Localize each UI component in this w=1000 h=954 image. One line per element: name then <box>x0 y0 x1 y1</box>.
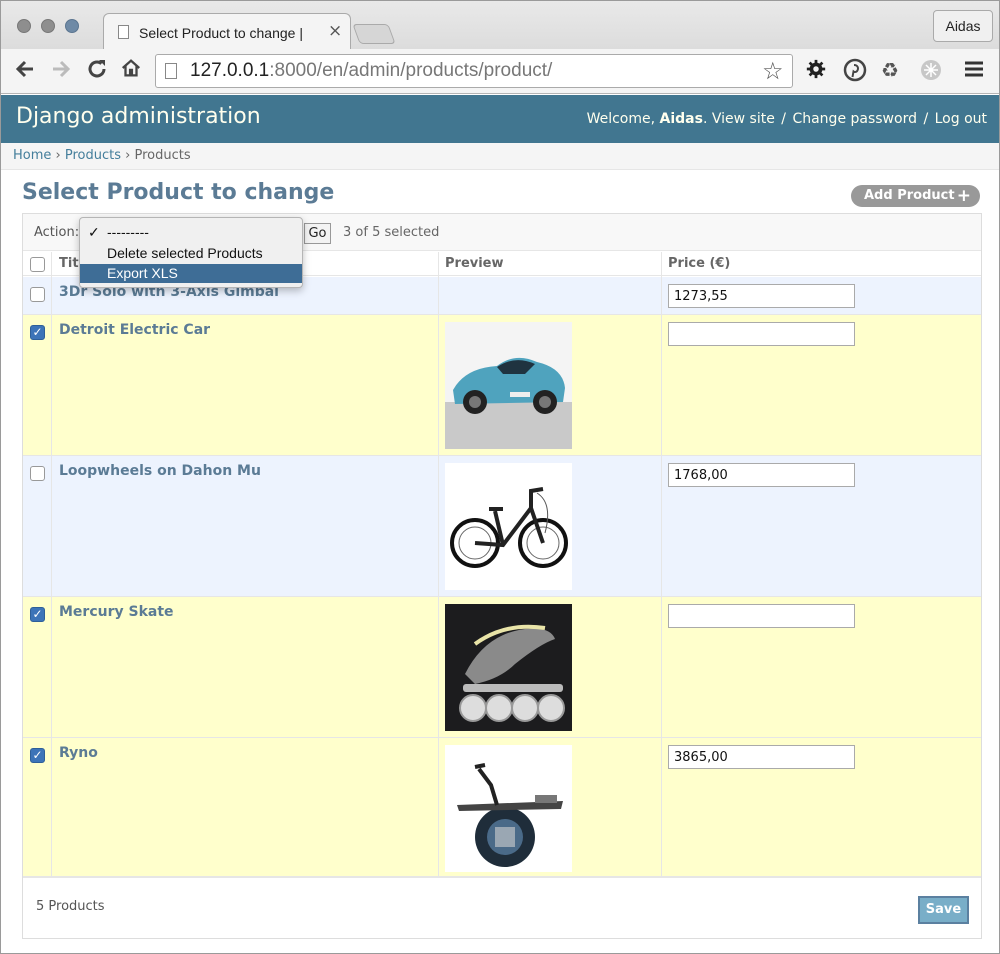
price-field[interactable] <box>668 745 855 769</box>
save-button[interactable]: Save <box>918 896 969 924</box>
breadcrumb-app[interactable]: Products <box>65 148 121 163</box>
price-field[interactable] <box>668 463 855 487</box>
column-header-price[interactable]: Price (€) <box>668 256 730 271</box>
price-field[interactable] <box>668 284 855 308</box>
username: Aidas <box>659 111 703 127</box>
close-window-button[interactable] <box>17 19 31 33</box>
product-title-link[interactable]: Loopwheels on Dahon Mu <box>59 463 261 479</box>
browser-toolbar: 127.0.0.1:8000/en/admin/products/product… <box>1 49 999 94</box>
product-title-link[interactable]: Detroit Electric Car <box>59 322 210 338</box>
column-divider <box>51 252 52 876</box>
breadcrumb-home[interactable]: Home <box>13 148 51 163</box>
minimize-window-button[interactable] <box>41 19 55 33</box>
table-row: ✓ Detroit Electric Car <box>23 315 981 456</box>
skate-image <box>445 604 572 731</box>
forward-icon[interactable] <box>49 57 73 88</box>
product-title-link[interactable]: Ryno <box>59 745 98 761</box>
extension-icon[interactable] <box>919 58 943 87</box>
browser-window: Select Product to change | × Aidas 127.0… <box>0 0 1000 954</box>
table-row: ✓ Ryno <box>23 738 981 877</box>
browser-tab[interactable]: Select Product to change | × <box>103 13 351 50</box>
page-icon <box>165 63 177 79</box>
go-button[interactable]: Go <box>304 223 331 244</box>
column-header-preview: Preview <box>445 256 504 271</box>
action-option-delete[interactable]: Delete selected Products <box>80 244 302 263</box>
table-row: ✓ Mercury Skate <box>23 597 981 738</box>
menu-icon[interactable] <box>963 58 985 85</box>
price-field[interactable] <box>668 604 855 628</box>
pinterest-icon[interactable] <box>843 58 867 87</box>
tab-title: Select Product to change | <box>139 25 303 41</box>
url-text: 127.0.0.1:8000/en/admin/products/product… <box>190 60 553 81</box>
view-site-link[interactable]: View site <box>712 111 775 127</box>
change-password-link[interactable]: Change password <box>792 111 917 127</box>
close-tab-icon[interactable]: × <box>328 21 342 41</box>
electric-car-image <box>445 322 572 449</box>
table-row: Loopwheels on Dahon Mu <box>23 456 981 597</box>
recycle-icon[interactable]: ♻ <box>881 58 899 82</box>
gear-icon[interactable] <box>805 58 827 85</box>
bookmark-star-icon[interactable]: ☆ <box>762 57 784 85</box>
row-checkbox[interactable]: ✓ <box>30 607 45 622</box>
row-checkbox[interactable]: ✓ <box>30 748 45 763</box>
home-icon[interactable] <box>120 57 142 86</box>
admin-header: Django administration Welcome, Aidas. Vi… <box>1 95 999 143</box>
column-divider <box>661 252 662 876</box>
breadcrumb-current: Products <box>134 148 191 163</box>
folding-bike-image <box>445 463 572 590</box>
select-all-checkbox[interactable] <box>30 257 45 272</box>
breadcrumb: Home › Products › Products <box>1 143 999 170</box>
row-checkbox[interactable] <box>30 466 45 481</box>
product-title-link[interactable]: Mercury Skate <box>59 604 174 620</box>
page-icon <box>118 25 129 39</box>
user-tools: Welcome, Aidas. View site / Change passw… <box>586 111 987 127</box>
maximize-window-button[interactable] <box>65 19 79 33</box>
result-count: 5 Products <box>36 899 105 914</box>
reload-icon[interactable] <box>85 57 109 88</box>
action-select-dropdown[interactable]: ✓ --------- Delete selected Products Exp… <box>79 217 303 288</box>
welcome-text: Welcome, <box>586 111 656 127</box>
new-tab-button[interactable] <box>352 24 396 44</box>
plus-icon: + <box>956 186 971 206</box>
profile-button[interactable]: Aidas <box>933 10 993 42</box>
changelist: Action: Go 3 of 5 selected Title Preview… <box>22 213 982 939</box>
page-title: Select Product to change <box>22 180 335 205</box>
action-label: Action: <box>34 225 80 240</box>
back-icon[interactable] <box>13 57 37 88</box>
selection-counter: 3 of 5 selected <box>343 225 440 240</box>
address-bar[interactable]: 127.0.0.1:8000/en/admin/products/product… <box>155 54 793 88</box>
changelist-footer: 5 Products Save <box>23 877 981 938</box>
price-field[interactable] <box>668 322 855 346</box>
add-product-button[interactable]: Add Product + <box>851 185 980 207</box>
row-checkbox[interactable]: ✓ <box>30 325 45 340</box>
unicycle-image <box>445 745 572 872</box>
row-checkbox[interactable] <box>30 287 45 302</box>
site-name[interactable]: Django administration <box>16 104 261 129</box>
checkmark-icon: ✓ <box>88 224 100 240</box>
action-option-none[interactable]: ✓ --------- <box>80 223 302 242</box>
column-divider <box>438 252 439 876</box>
action-option-export-xls[interactable]: Export XLS <box>80 264 302 283</box>
log-out-link[interactable]: Log out <box>935 111 987 127</box>
tab-strip: Select Product to change | × Aidas <box>1 1 999 50</box>
